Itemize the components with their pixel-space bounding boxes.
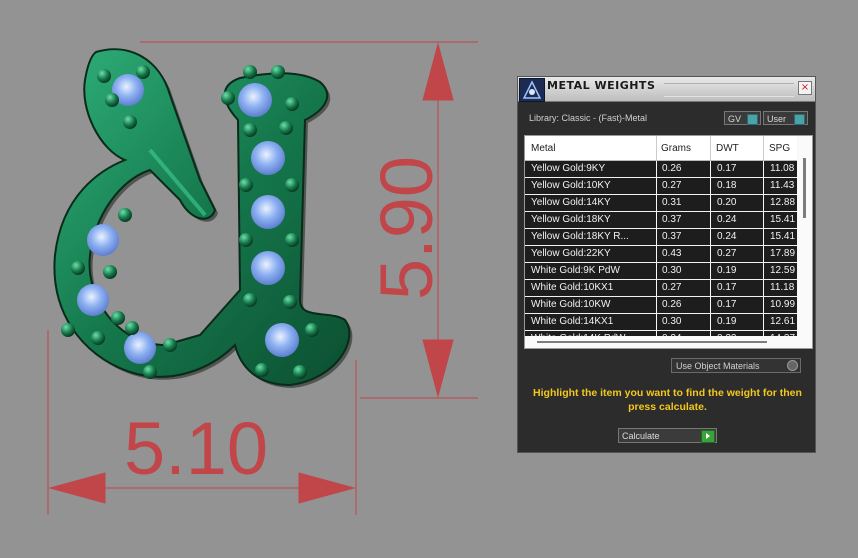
- user-toggle-label: User: [767, 114, 787, 124]
- dwt-cell: 0.18: [717, 180, 737, 191]
- dimension-width-label: 5.10: [124, 407, 268, 490]
- instruction-text: Highlight the item you want to find the …: [533, 387, 802, 413]
- grams-cell: 0.26: [662, 163, 682, 174]
- vertical-scroll-thumb[interactable]: [803, 158, 806, 218]
- dwt-cell: 0.19: [717, 265, 737, 276]
- grams-cell: 0.27: [662, 180, 682, 191]
- horizontal-scroll-thumb[interactable]: [537, 341, 767, 343]
- table-row[interactable]: White Gold:9K PdW 0.30 0.19 12.59: [525, 263, 797, 280]
- gv-toggle[interactable]: GV: [724, 111, 761, 125]
- dwt-cell: 0.17: [717, 299, 737, 310]
- library-label: Library: Classic - (Fast)-Metal: [529, 113, 648, 123]
- spg-cell: 12.61: [770, 316, 796, 327]
- dwt-cell: 0.24: [717, 214, 737, 225]
- grams-cell: 0.26: [662, 299, 682, 310]
- radio-icon: [787, 360, 798, 371]
- user-toggle-knob: [794, 114, 805, 125]
- panel-titlebar[interactable]: METAL WEIGHTS ×: [518, 77, 815, 102]
- column-header-metal[interactable]: Metal: [531, 143, 555, 154]
- letter-a-model[interactable]: [53, 48, 353, 388]
- dwt-cell: 0.19: [717, 316, 737, 327]
- spg-cell: 15.41: [770, 214, 796, 225]
- play-arrow-icon: [701, 430, 715, 443]
- table-row[interactable]: Yellow Gold:10KY 0.27 0.18 11.43: [525, 178, 797, 195]
- spg-cell: 15.41: [770, 231, 796, 242]
- use-object-materials-label: Use Object Materials: [676, 361, 760, 371]
- table-row[interactable]: White Gold:10KW 0.26 0.17 10.99: [525, 297, 797, 314]
- close-button[interactable]: ×: [798, 81, 812, 95]
- metal-cell: White Gold:10KW: [531, 299, 611, 310]
- dwt-cell: 0.27: [717, 248, 737, 259]
- metal-weights-table[interactable]: Metal Grams DWT SPG Yellow Gold:9KY 0.26 0…: [524, 135, 813, 349]
- spg-cell: 11.18: [770, 282, 795, 293]
- metal-cell: White Gold:14KX1: [531, 316, 614, 327]
- titlebar-grip: [664, 83, 794, 97]
- column-header-grams[interactable]: Grams: [661, 143, 691, 154]
- dwt-cell: 0.17: [717, 282, 737, 293]
- dwt-cell: 0.20: [717, 197, 737, 208]
- grams-cell: 0.37: [662, 231, 682, 242]
- panel-title: METAL WEIGHTS: [547, 79, 656, 92]
- grams-cell: 0.30: [662, 316, 682, 327]
- metal-cell: Yellow Gold:10KY: [531, 180, 611, 191]
- spg-cell: 11.08: [770, 163, 795, 174]
- horizontal-scrollbar[interactable]: [525, 336, 812, 348]
- table-body: Yellow Gold:9KY 0.26 0.17 11.08 Yellow Gold:…: [525, 161, 797, 348]
- dwt-cell: 0.17: [717, 163, 737, 174]
- metal-cell: Yellow Gold:9KY: [531, 163, 606, 174]
- spg-cell: 12.59: [770, 265, 796, 276]
- grams-cell: 0.31: [662, 197, 682, 208]
- vertical-scrollbar[interactable]: [798, 136, 812, 336]
- table-row[interactable]: Yellow Gold:18KY 0.37 0.24 15.41: [525, 212, 797, 229]
- table-row[interactable]: Yellow Gold:14KY 0.31 0.20 12.88: [525, 195, 797, 212]
- metal-cell: Yellow Gold:22KY: [531, 248, 611, 259]
- metal-cell: White Gold:10KX1: [531, 282, 614, 293]
- column-header-spg[interactable]: SPG: [769, 143, 790, 154]
- spg-cell: 10.99: [770, 299, 796, 310]
- table-row[interactable]: White Gold:10KX1 0.27 0.17 11.18: [525, 280, 797, 297]
- calculate-button[interactable]: Calculate: [618, 428, 717, 443]
- dwt-cell: 0.24: [717, 231, 737, 242]
- matrix-logo-icon: [519, 78, 545, 102]
- grams-cell: 0.30: [662, 265, 682, 276]
- user-toggle[interactable]: User: [763, 111, 808, 125]
- metal-cell: Yellow Gold:18KY R...: [531, 231, 629, 242]
- grams-cell: 0.37: [662, 214, 682, 225]
- calculate-label: Calculate: [622, 431, 660, 441]
- metal-cell: Yellow Gold:18KY: [531, 214, 611, 225]
- table-row[interactable]: Yellow Gold:9KY 0.26 0.17 11.08: [525, 161, 797, 178]
- table-row[interactable]: Yellow Gold:22KY 0.43 0.27 17.89: [525, 246, 797, 263]
- metal-cell: Yellow Gold:14KY: [531, 197, 611, 208]
- gv-toggle-label: GV: [728, 114, 742, 124]
- column-header-dwt[interactable]: DWT: [716, 143, 739, 154]
- metal-weights-panel: METAL WEIGHTS × Library: Classic - (Fast…: [517, 76, 816, 453]
- grams-cell: 0.27: [662, 282, 682, 293]
- table-row[interactable]: Yellow Gold:18KY R... 0.37 0.24 15.41: [525, 229, 797, 246]
- spg-cell: 17.89: [770, 248, 796, 259]
- table-header: Metal Grams DWT SPG: [525, 136, 797, 161]
- gv-toggle-knob: [747, 114, 758, 125]
- dimension-height-label: 5.90: [365, 156, 448, 300]
- table-row[interactable]: White Gold:14KX1 0.30 0.19 12.61: [525, 314, 797, 331]
- spg-cell: 11.43: [770, 180, 795, 191]
- grams-cell: 0.43: [662, 248, 682, 259]
- metal-cell: White Gold:9K PdW: [531, 265, 620, 276]
- use-object-materials-toggle[interactable]: Use Object Materials: [671, 358, 801, 373]
- spg-cell: 12.88: [770, 197, 796, 208]
